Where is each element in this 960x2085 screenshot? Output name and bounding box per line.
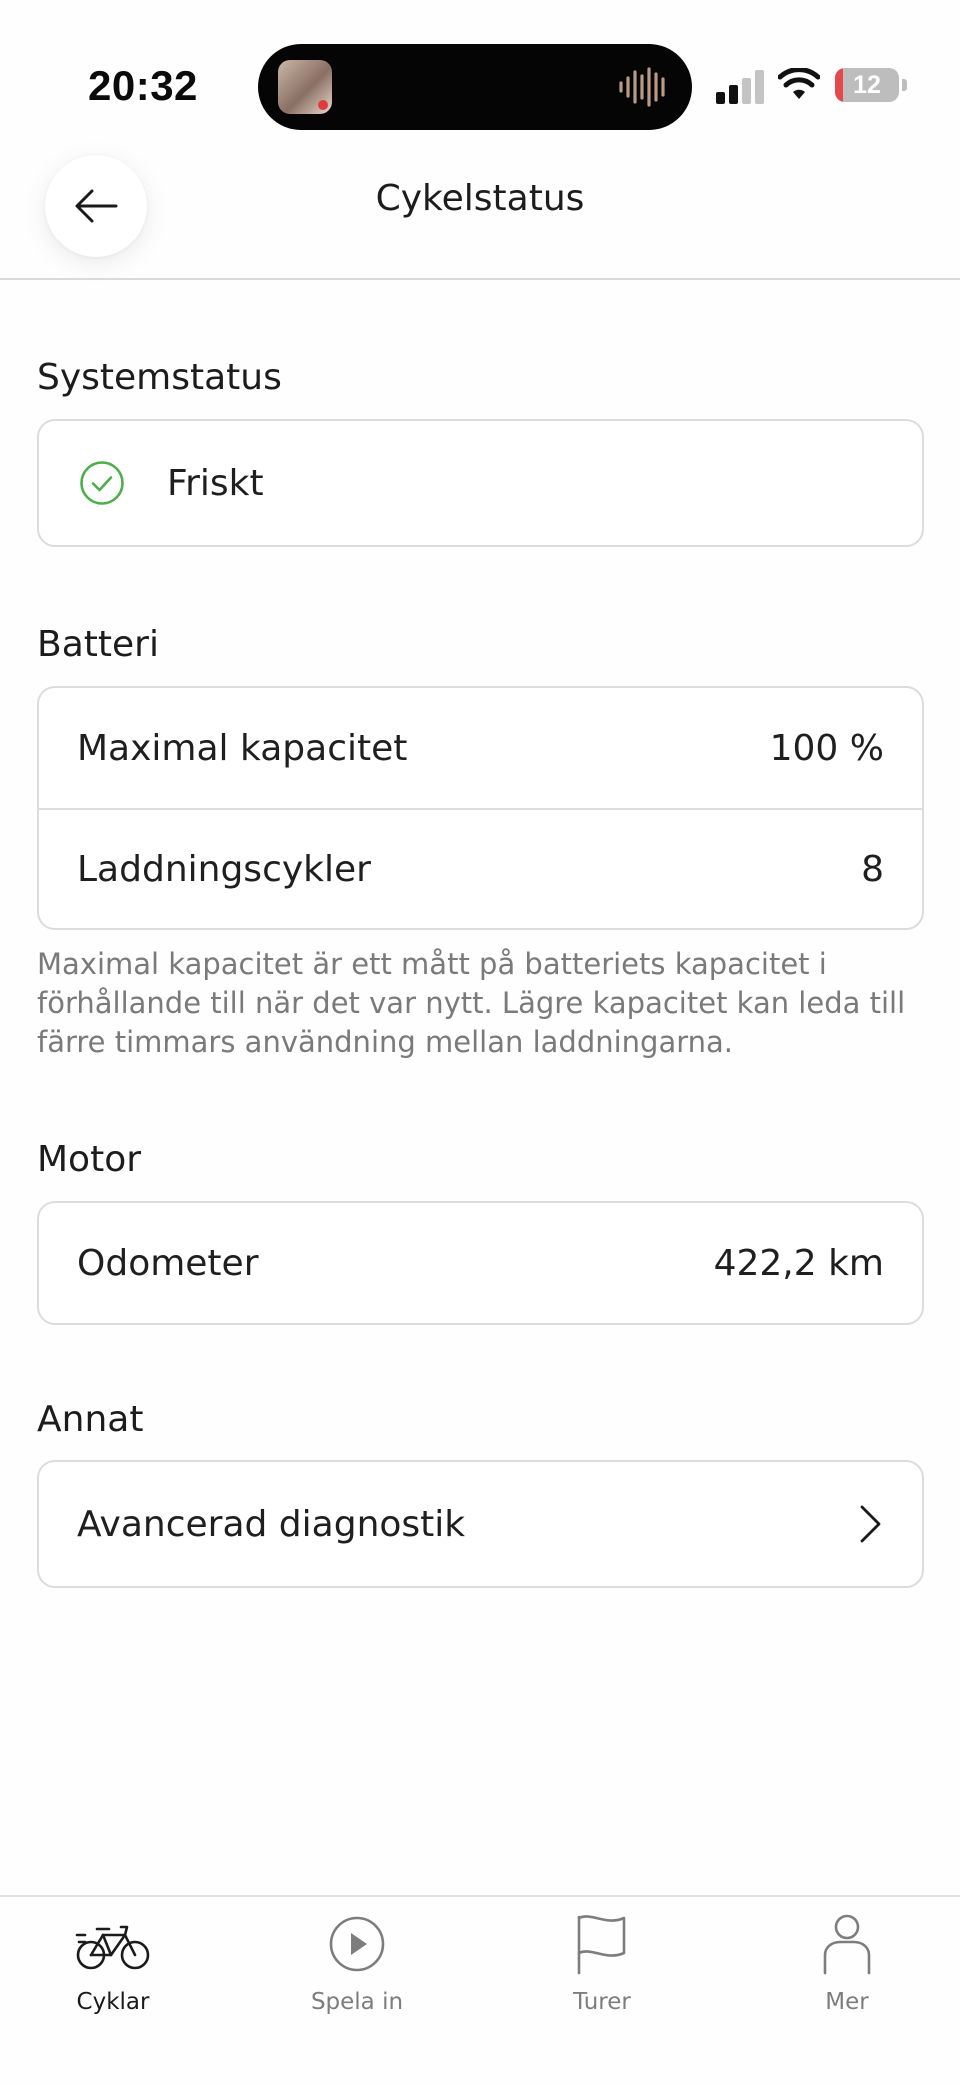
advanced-diagnostics-label: Avancerad diagnostik (77, 1503, 466, 1545)
tab-cyklar-label: Cyklar (76, 1989, 150, 2015)
battery-icon: 12 (835, 68, 899, 102)
cellular-signal-icon (716, 70, 764, 104)
battery-note: Maximal kapacitet är ett mått på batteri… (37, 947, 906, 1059)
motor-card: Odometer 422,2 km (37, 1201, 924, 1325)
odometer-row: Odometer 422,2 km (39, 1203, 922, 1323)
battery-level: 12 (853, 71, 881, 99)
bike-icon (75, 1925, 150, 1970)
tab-cyklar[interactable]: Cyklar (0, 1897, 233, 2047)
check-circle-icon (80, 461, 124, 505)
section-title-other: Annat (37, 1399, 144, 1440)
person-icon (823, 1914, 871, 1975)
other-card: Avancerad diagnostik (37, 1460, 924, 1588)
audio-waveform-icon (619, 67, 665, 107)
battery-indicator: 12 (835, 68, 907, 102)
status-time: 20:32 (88, 62, 198, 109)
status-bar: 20:32 12 (0, 0, 960, 130)
wifi-icon (778, 68, 820, 99)
screen: 20:32 12 Cykelstatus Systemstatus Friskt… (0, 0, 960, 2085)
odometer-label: Odometer (77, 1242, 259, 1284)
system-status-row: Friskt (39, 421, 922, 545)
section-title-system-status: Systemstatus (37, 357, 282, 398)
play-circle-icon (329, 1916, 385, 1972)
system-status-card: Friskt (37, 419, 924, 547)
system-status-value: Friskt (167, 462, 264, 504)
max-capacity-value: 100 % (769, 727, 884, 769)
chevron-right-icon (860, 1505, 881, 1543)
section-title-battery: Batteri (37, 624, 159, 665)
max-capacity-label: Maximal kapacitet (77, 727, 408, 769)
tab-bar: Cyklar Spela in Turer Mer (0, 1895, 960, 2085)
battery-card: Maximal kapacitet 100 % Laddningscykler … (37, 686, 924, 930)
page-title: Cykelstatus (375, 178, 585, 219)
tab-turer-label: Turer (573, 1989, 631, 2015)
tab-mer-label: Mer (825, 1989, 869, 2015)
tab-spela-in-label: Spela in (310, 1989, 404, 2015)
tab-turer[interactable]: Turer (482, 1897, 722, 2047)
battery-tip (902, 79, 907, 91)
dynamic-island[interactable] (258, 44, 692, 130)
battery-max-capacity-row: Maximal kapacitet 100 % (39, 688, 922, 808)
tab-spela-in[interactable]: Spela in (237, 1897, 477, 2047)
section-title-motor: Motor (37, 1139, 142, 1180)
charge-cycles-label: Laddningscykler (77, 848, 371, 890)
battery-charge-cycles-row: Laddningscykler 8 (39, 808, 922, 928)
advanced-diagnostics-row[interactable]: Avancerad diagnostik (39, 1462, 922, 1586)
charge-cycles-value: 8 (861, 848, 884, 890)
now-playing-artwork (278, 60, 332, 114)
flag-icon (577, 1915, 626, 1975)
tab-mer[interactable]: Mer (727, 1897, 960, 2047)
odometer-value: 422,2 km (713, 1242, 884, 1284)
header-divider (0, 278, 960, 280)
